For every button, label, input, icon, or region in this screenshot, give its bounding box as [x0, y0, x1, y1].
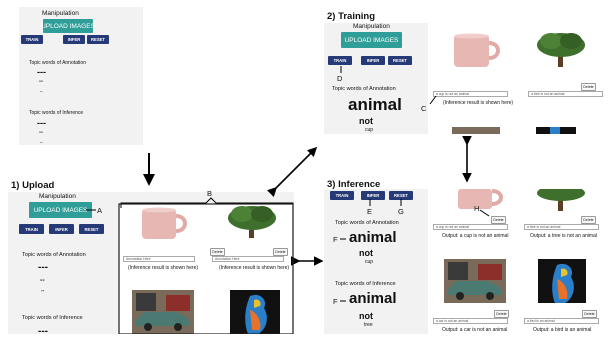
b-bracket [120, 197, 294, 208]
b-frame [118, 203, 294, 334]
annotation-overlay [86, 66, 490, 334]
callout-A: A [97, 206, 103, 215]
callout-E: E [367, 207, 373, 216]
callout-B: B [207, 189, 213, 198]
callout-H: H [474, 204, 480, 213]
callout-D: D [337, 74, 343, 83]
callout-F: F [333, 297, 338, 306]
diagonal-double-arrow [266, 146, 318, 198]
callout-C: C [421, 104, 427, 113]
callout-G: G [398, 207, 404, 216]
callout-F: F [333, 235, 338, 244]
